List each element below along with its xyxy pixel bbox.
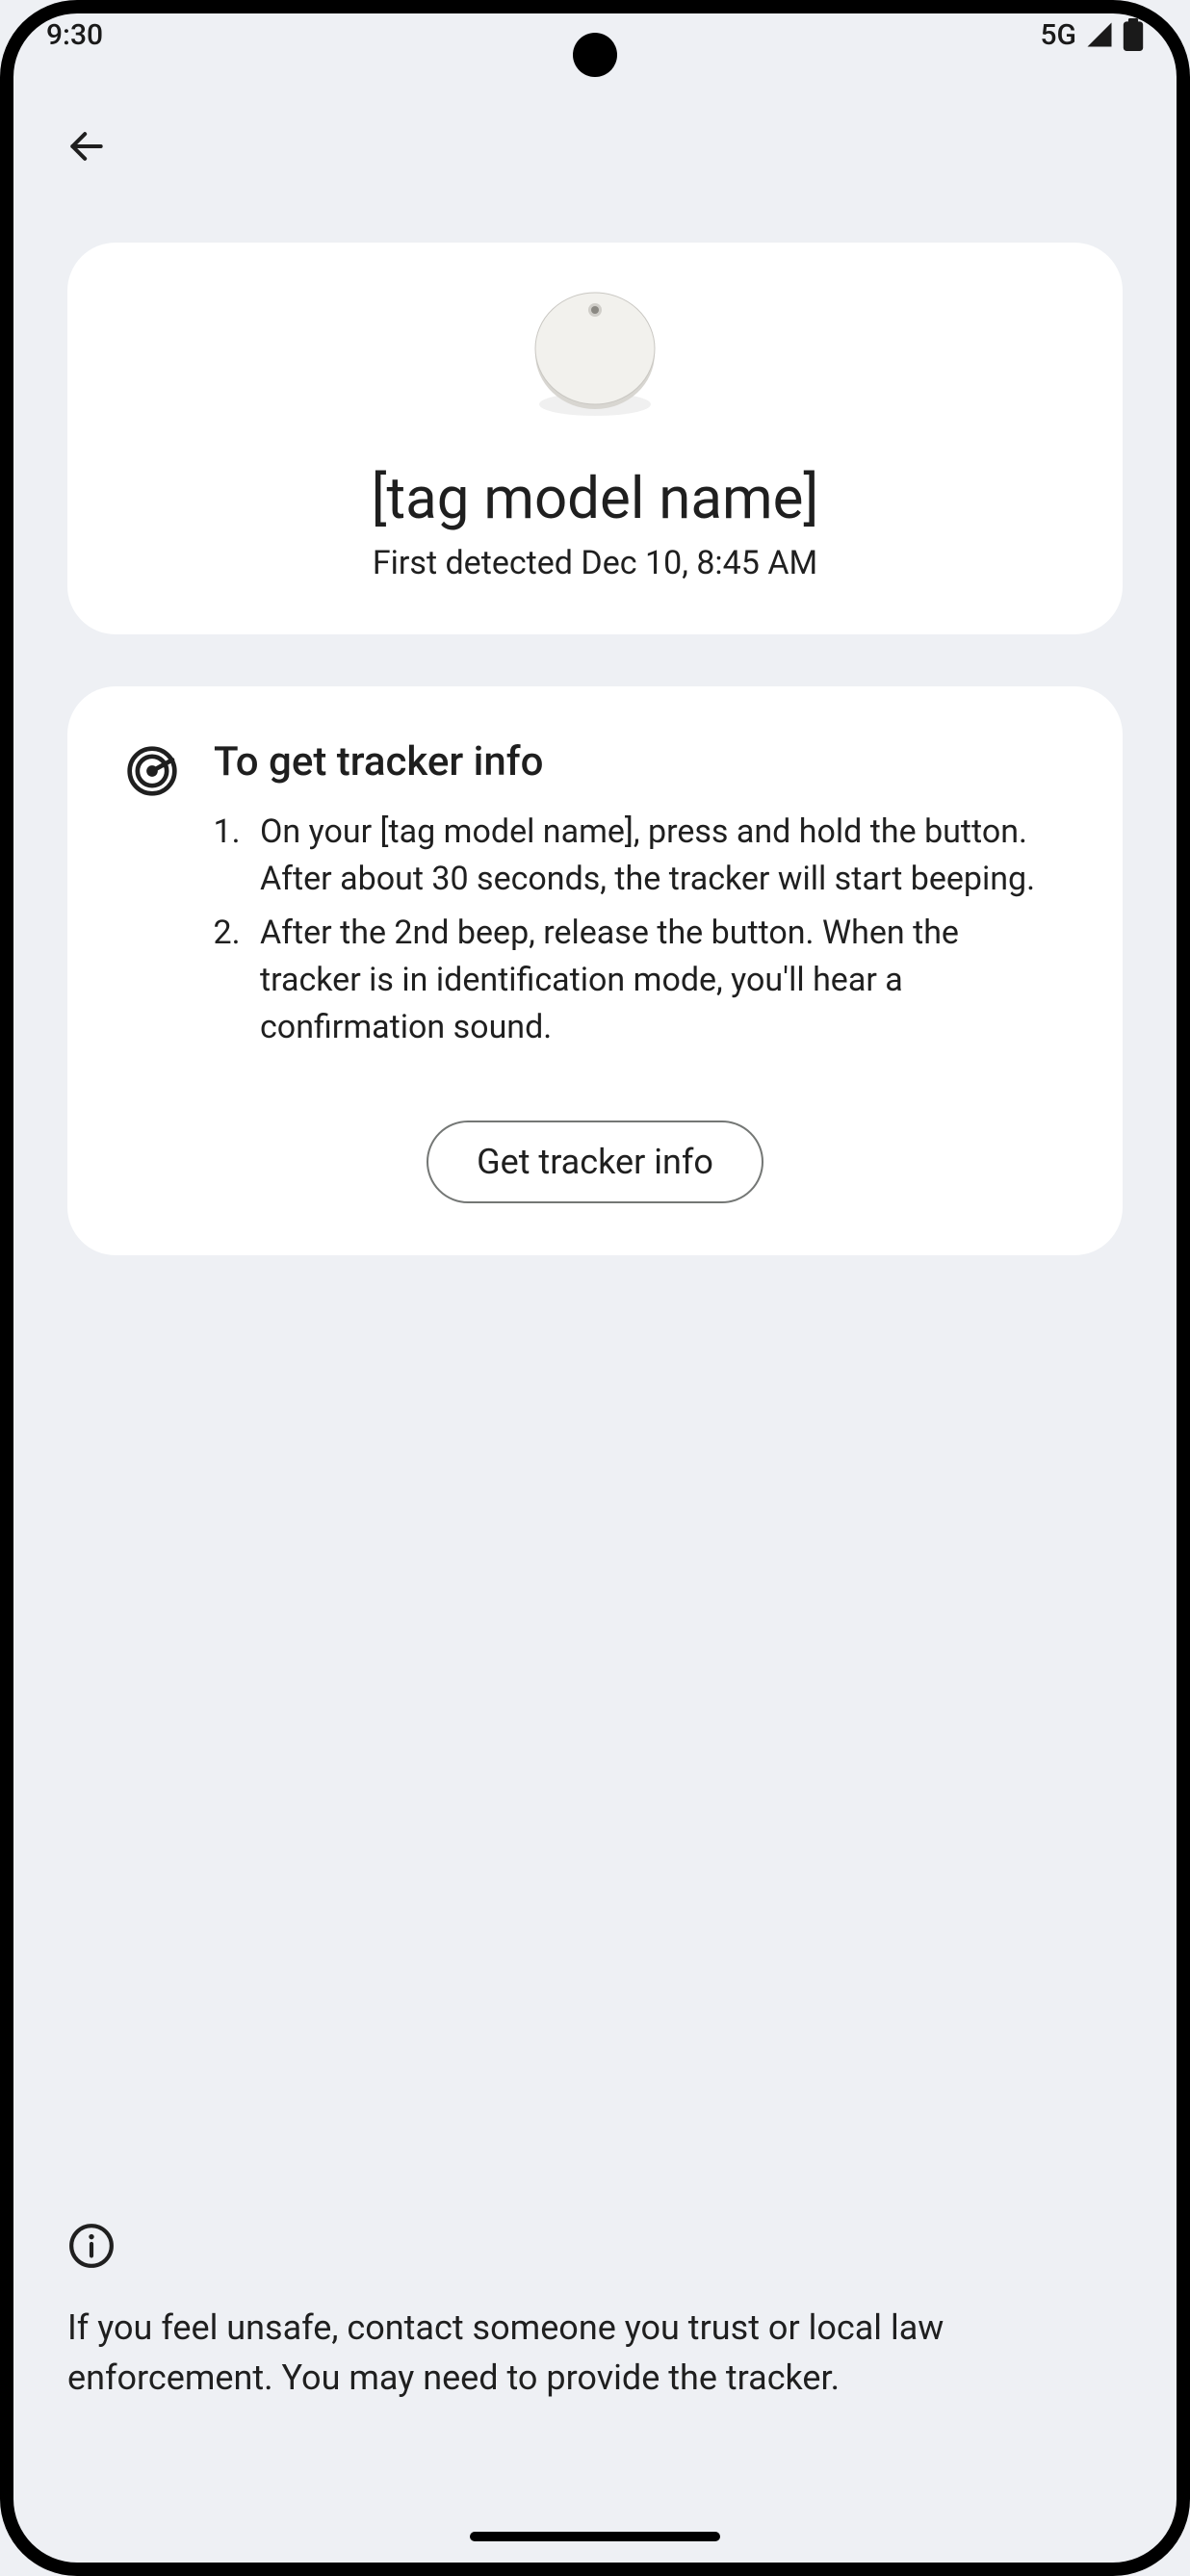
tracker-hero-card: [tag model name] First detected Dec 10, … bbox=[67, 243, 1123, 634]
status-time: 9:30 bbox=[46, 18, 103, 52]
info-step: After the 2nd beep, release the button. … bbox=[248, 910, 1065, 1052]
back-button[interactable] bbox=[48, 108, 125, 185]
info-step: On your [tag model name], press and hold… bbox=[248, 809, 1065, 904]
battery-icon bbox=[1123, 18, 1144, 51]
arrow-back-icon bbox=[65, 125, 108, 167]
radar-icon bbox=[125, 744, 179, 798]
tracker-image bbox=[508, 281, 682, 435]
nav-handle[interactable] bbox=[470, 2532, 720, 2541]
tracker-detected-time: First detected Dec 10, 8:45 AM bbox=[125, 544, 1065, 582]
status-network: 5G bbox=[1041, 18, 1077, 52]
get-tracker-info-button[interactable]: Get tracker info bbox=[427, 1121, 763, 1203]
tracker-info-card: To get tracker info On your [tag model n… bbox=[67, 686, 1123, 1255]
info-steps-list: On your [tag model name], press and hold… bbox=[214, 809, 1065, 1051]
safety-note-text: If you feel unsafe, contact someone you … bbox=[67, 2303, 1123, 2403]
info-icon bbox=[67, 2222, 116, 2270]
info-title: To get tracker info bbox=[214, 738, 1065, 786]
safety-note: If you feel unsafe, contact someone you … bbox=[67, 2222, 1123, 2403]
camera-cutout bbox=[573, 33, 617, 77]
tracker-model-name: [tag model name] bbox=[125, 464, 1065, 532]
cellular-icon bbox=[1084, 20, 1115, 49]
